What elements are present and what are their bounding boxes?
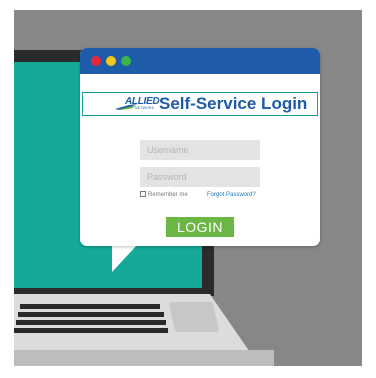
allied-logo: ALLIED NETWORK: [103, 95, 160, 113]
login-button[interactable]: LOGIN: [166, 217, 234, 237]
login-window: ALLIED NETWORK Self-Service Login Rememb…: [80, 48, 320, 246]
brand-header: ALLIED NETWORK Self-Service Login: [82, 92, 318, 116]
logo-subtext: NETWORK: [135, 106, 155, 110]
maximize-dot-icon[interactable]: [121, 56, 131, 66]
laptop-touchpad: [168, 302, 220, 332]
minimize-dot-icon[interactable]: [106, 56, 116, 66]
page-title: Self-Service Login: [159, 94, 308, 113]
key-row: [20, 304, 160, 309]
username-input[interactable]: [140, 140, 260, 160]
key-row: [14, 328, 168, 333]
remember-me-option[interactable]: Remember me: [140, 191, 188, 199]
close-dot-icon[interactable]: [91, 56, 101, 66]
laptop-keyboard: [14, 302, 174, 338]
key-row: [18, 312, 164, 317]
forgot-password-link[interactable]: Forgot Password?: [207, 192, 256, 198]
window-titlebar: [80, 48, 320, 74]
key-row: [16, 320, 166, 325]
laptop-front-edge: [14, 350, 274, 366]
password-input[interactable]: [140, 167, 260, 187]
background-scene: ALLIED NETWORK Self-Service Login Rememb…: [14, 10, 362, 366]
window-callout-tail: [112, 244, 138, 272]
remember-me-checkbox[interactable]: [140, 191, 146, 197]
remember-me-label: Remember me: [148, 192, 188, 199]
